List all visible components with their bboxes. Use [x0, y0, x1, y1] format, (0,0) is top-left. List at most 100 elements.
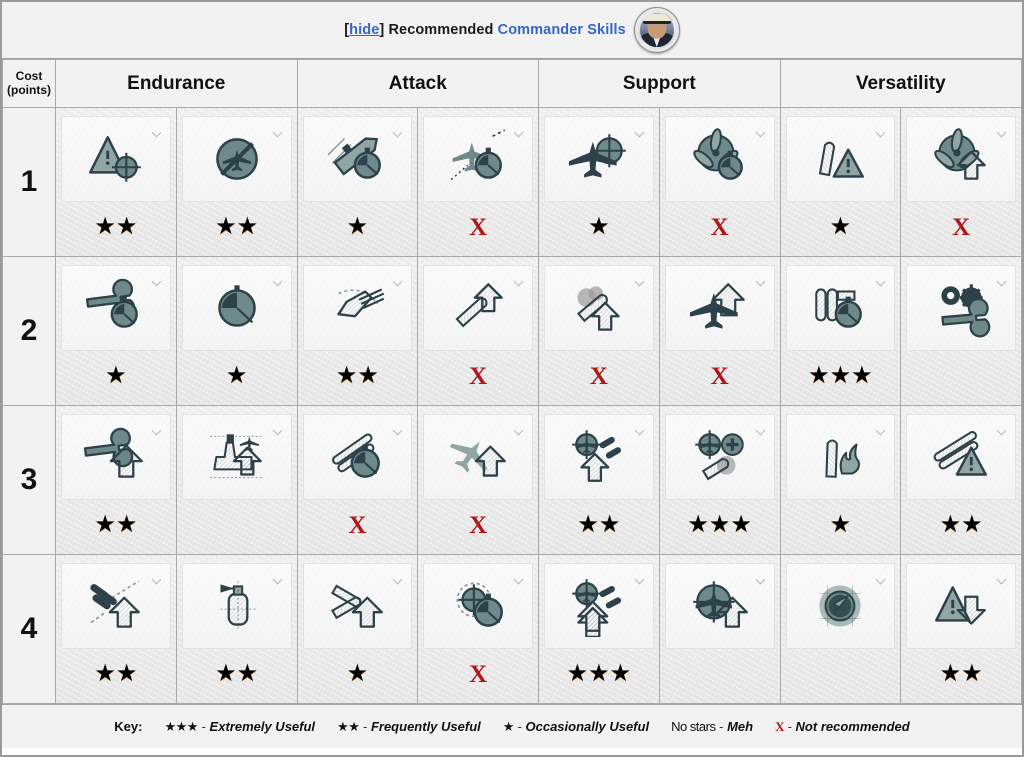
chevron-down-icon[interactable] — [877, 129, 886, 134]
chevron-down-icon[interactable] — [757, 427, 766, 432]
skill-cell[interactable]: ★★ — [175, 554, 298, 704]
chevron-down-icon[interactable] — [274, 427, 283, 432]
skill-cell[interactable]: X — [538, 256, 660, 406]
skill-cell[interactable]: ★★ — [900, 554, 1022, 704]
skill-icon-tile[interactable] — [302, 414, 413, 500]
skill-icon-tile[interactable] — [906, 265, 1016, 351]
skill-icon-tile[interactable] — [664, 116, 775, 202]
skill-cell[interactable]: ★★ — [296, 256, 419, 406]
skill-cell[interactable]: ★★ — [55, 405, 177, 555]
skill-cell[interactable]: X — [900, 107, 1022, 257]
skill-cell[interactable]: X — [417, 256, 539, 406]
skill-cell[interactable] — [779, 554, 902, 704]
chevron-down-icon[interactable] — [757, 129, 766, 134]
skill-cell[interactable]: X — [658, 107, 781, 257]
chevron-down-icon[interactable] — [757, 278, 766, 283]
skill-cell[interactable]: ★★ — [55, 107, 177, 257]
chevron-down-icon[interactable] — [274, 129, 283, 134]
skill-cell[interactable]: ★ — [779, 107, 902, 257]
skill-icon-tile[interactable] — [302, 265, 413, 351]
skill-icon-tile[interactable] — [302, 563, 413, 649]
skill-icon-tile[interactable] — [544, 563, 654, 649]
skill-cell[interactable]: X — [658, 256, 781, 406]
chevron-down-icon[interactable] — [515, 576, 524, 581]
skill-cell[interactable]: X — [417, 107, 539, 257]
chevron-down-icon[interactable] — [877, 427, 886, 432]
skill-icon-tile[interactable] — [785, 414, 896, 500]
chevron-down-icon[interactable] — [636, 129, 645, 134]
chevron-down-icon[interactable] — [636, 576, 645, 581]
skill-cell[interactable]: ★★ — [175, 107, 298, 257]
chevron-down-icon[interactable] — [515, 427, 524, 432]
skill-icon-tile[interactable] — [61, 414, 171, 500]
chevron-down-icon[interactable] — [274, 576, 283, 581]
hide-link[interactable]: hide — [349, 22, 379, 38]
skill-icon-tile[interactable] — [785, 563, 896, 649]
skill-cell[interactable] — [175, 405, 298, 555]
chevron-down-icon[interactable] — [998, 576, 1007, 581]
skill-cell[interactable]: ★★★ — [658, 405, 781, 555]
skill-cell[interactable]: ★★ — [900, 405, 1022, 555]
chevron-down-icon[interactable] — [877, 576, 886, 581]
chevron-down-icon[interactable] — [153, 129, 162, 134]
chevron-down-icon[interactable] — [515, 129, 524, 134]
skill-cell[interactable]: ★★★ — [538, 554, 660, 704]
skill-icon-tile[interactable] — [785, 265, 896, 351]
chevron-down-icon[interactable] — [394, 576, 403, 581]
chevron-down-icon[interactable] — [394, 278, 403, 283]
skill-icon-tile[interactable] — [544, 414, 654, 500]
commander-skills-link[interactable]: Commander Skills — [498, 22, 626, 38]
skill-cell[interactable] — [900, 256, 1022, 406]
skill-icon-tile[interactable] — [181, 563, 292, 649]
skill-cell[interactable]: ★ — [296, 554, 419, 704]
chevron-down-icon[interactable] — [153, 427, 162, 432]
chevron-down-icon[interactable] — [998, 278, 1007, 283]
skill-icon-tile[interactable] — [423, 414, 533, 500]
skill-cell[interactable]: X — [296, 405, 419, 555]
chevron-down-icon[interactable] — [394, 427, 403, 432]
skill-cell[interactable]: X — [417, 554, 539, 704]
skill-icon-tile[interactable] — [544, 265, 654, 351]
chevron-down-icon[interactable] — [636, 427, 645, 432]
skill-cell[interactable]: ★ — [296, 107, 419, 257]
chevron-down-icon[interactable] — [636, 278, 645, 283]
chevron-down-icon[interactable] — [998, 129, 1007, 134]
chevron-down-icon[interactable] — [998, 427, 1007, 432]
skill-icon-tile[interactable] — [423, 116, 533, 202]
skill-icon-tile[interactable] — [906, 563, 1016, 649]
cost-cell-2: 2 — [2, 256, 56, 406]
skill-icon-tile[interactable] — [544, 116, 654, 202]
skill-cell[interactable]: ★ — [538, 107, 660, 257]
skill-icon-tile[interactable] — [423, 265, 533, 351]
skill-icon-tile[interactable] — [302, 116, 413, 202]
skill-cell[interactable]: ★★ — [538, 405, 660, 555]
chevron-down-icon[interactable] — [515, 278, 524, 283]
skill-icon-tile[interactable] — [906, 116, 1016, 202]
skill-cell[interactable]: ★★★ — [779, 256, 902, 406]
chevron-down-icon[interactable] — [757, 576, 766, 581]
skill-cell[interactable]: ★★ — [55, 554, 177, 704]
skill-cell[interactable]: ★ — [55, 256, 177, 406]
chevron-down-icon[interactable] — [153, 576, 162, 581]
key-dash-1: - — [362, 718, 368, 734]
chevron-down-icon[interactable] — [394, 129, 403, 134]
skill-cell[interactable]: ★ — [175, 256, 298, 406]
chevron-down-icon[interactable] — [274, 278, 283, 283]
skill-icon-tile[interactable] — [181, 414, 292, 500]
skill-cell[interactable]: ★ — [779, 405, 902, 555]
skill-icon-tile[interactable] — [664, 414, 775, 500]
chevron-down-icon[interactable] — [153, 278, 162, 283]
skill-icon-tile[interactable] — [906, 414, 1016, 500]
skill-icon-tile[interactable] — [785, 116, 896, 202]
skill-cell[interactable]: X — [417, 405, 539, 555]
skill-icon-tile[interactable] — [61, 116, 171, 202]
chevron-down-icon[interactable] — [877, 278, 886, 283]
skill-icon-tile[interactable] — [181, 265, 292, 351]
skill-icon-tile[interactable] — [664, 563, 775, 649]
skill-icon-tile[interactable] — [423, 563, 533, 649]
skill-icon-tile[interactable] — [664, 265, 775, 351]
skill-icon-tile[interactable] — [61, 265, 171, 351]
skill-icon-tile[interactable] — [61, 563, 171, 649]
skill-icon-tile[interactable] — [181, 116, 292, 202]
skill-cell[interactable] — [658, 554, 781, 704]
